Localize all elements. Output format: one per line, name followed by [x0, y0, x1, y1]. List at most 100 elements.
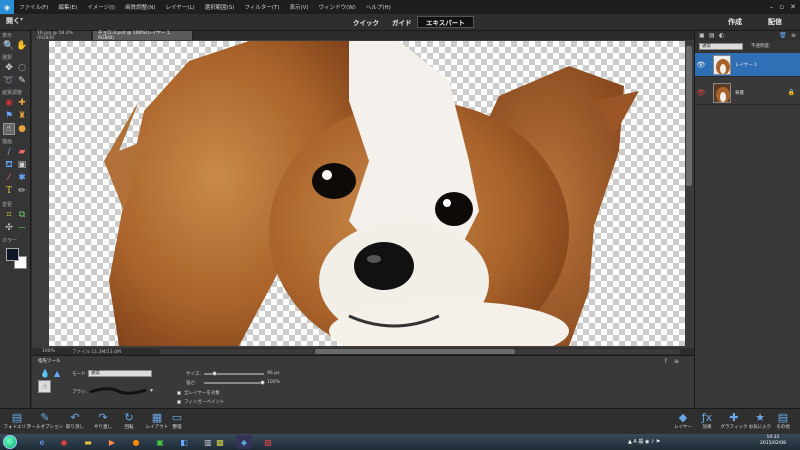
chevron-down-icon[interactable]: ▾: [150, 387, 153, 394]
sponge-tool-icon[interactable]: ●: [16, 123, 28, 135]
image-canvas[interactable]: [49, 41, 685, 346]
menu-layer[interactable]: レイヤー(L): [160, 3, 199, 11]
app-blue-icon[interactable]: ◧: [176, 435, 192, 449]
horizontal-scrollbar[interactable]: [160, 349, 680, 354]
smudge-active-icon[interactable]: ☝: [38, 380, 51, 393]
share-button[interactable]: 配信: [768, 17, 782, 27]
create-button[interactable]: 作成: [728, 17, 742, 27]
spot-healing-tool-icon[interactable]: ✚: [16, 97, 28, 109]
smart-brush-tool-icon[interactable]: ⚑: [3, 110, 15, 122]
explorer-icon[interactable]: ▬: [80, 435, 96, 449]
layer-row-1[interactable]: 👁 レイヤー 1: [695, 53, 800, 77]
ie-icon[interactable]: e: [34, 435, 50, 449]
vertical-scroll-thumb[interactable]: [686, 46, 692, 186]
menu-enhance[interactable]: 画質調整(N): [120, 3, 160, 11]
layer-name[interactable]: 背景: [735, 90, 744, 96]
zoom-level[interactable]: 100%: [42, 349, 55, 354]
tab-guided[interactable]: ガイド: [384, 16, 420, 28]
brush-tool-icon[interactable]: ∕: [3, 146, 15, 158]
bottom-task-bar: ▤ フォトエリア ✎ ツールオプション ↶ 取り消し ↷ やり直し ↻ 回転 ▦ レイアウト…: [0, 408, 800, 434]
gradient-tool-icon[interactable]: ▣: [16, 159, 28, 171]
app-orange-icon[interactable]: ●: [128, 435, 144, 449]
lasso-tool-icon[interactable]: ➰: [3, 75, 15, 87]
doc-tab-choro-psd[interactable]: チョロ-3.psd @ 100%(レイヤー 1, RGB/8): [93, 31, 193, 41]
size-value[interactable]: 96 px: [267, 371, 280, 376]
panel-menu-icon[interactable]: ≡: [674, 358, 679, 365]
strength-label: 強さ:: [186, 381, 197, 386]
crop-tool-icon[interactable]: ⌗: [3, 209, 15, 221]
menu-image[interactable]: イメージ(I): [82, 3, 120, 11]
strength-value[interactable]: 100%: [267, 380, 280, 385]
new-group-icon[interactable]: ▤: [709, 32, 715, 39]
help-icon[interactable]: ?: [664, 358, 667, 365]
smudge-tool-icon[interactable]: ☝: [3, 123, 15, 135]
maximize-icon[interactable]: ▫: [779, 3, 784, 11]
blur-variant-icon[interactable]: ▲: [54, 369, 60, 378]
layer-row-background[interactable]: 👁 背景 🔒: [695, 81, 800, 105]
trash-icon[interactable]: 🗑: [779, 32, 787, 39]
menu-file[interactable]: ファイル(F): [14, 3, 53, 11]
blend-mode-select[interactable]: 通常: [699, 43, 743, 50]
horizontal-scroll-thumb[interactable]: [315, 349, 515, 354]
menu-filter[interactable]: フィルター(T): [239, 3, 284, 11]
pencil-tool-icon[interactable]: ✏: [16, 185, 28, 197]
smudge-variant-icon[interactable]: 💧: [40, 369, 50, 378]
tab-expert[interactable]: エキスパート: [417, 16, 474, 28]
clock[interactable]: 10:31 2015/02/08: [760, 435, 786, 447]
strength-slider[interactable]: [204, 382, 264, 384]
eye-icon[interactable]: 👁: [695, 61, 707, 69]
finger-paint-checkbox[interactable]: [177, 400, 181, 404]
lock-icon[interactable]: 🔒: [788, 89, 795, 96]
brush-preview[interactable]: [88, 386, 148, 396]
panel-menu-icon[interactable]: ≡: [791, 32, 796, 39]
red-eye-tool-icon[interactable]: ◉: [3, 97, 15, 109]
menu-help[interactable]: ヘルプ(H): [361, 3, 396, 11]
hand-tool-icon[interactable]: ✋: [16, 40, 28, 52]
menu-edit[interactable]: 編集(E): [53, 3, 82, 11]
photoshop-elements-taskbar-icon[interactable]: ◈: [236, 435, 252, 449]
tool-options-button[interactable]: ✎ ツールオプション: [27, 411, 63, 430]
media-player-icon[interactable]: ▶: [104, 435, 120, 449]
app-dark-icon[interactable]: ▩: [212, 435, 228, 449]
minimize-icon[interactable]: –: [770, 3, 774, 11]
strength-slider-knob[interactable]: [260, 380, 265, 385]
doc-tab-16jpg[interactable]: 16.jpg @ 58.3%(RGB/8): [32, 31, 92, 41]
menu-select[interactable]: 選択範囲(S): [200, 3, 240, 11]
more-button[interactable]: ▤ その他: [766, 411, 800, 430]
chevron-down-icon[interactable]: ▾: [20, 16, 23, 23]
layer-name[interactable]: レイヤー 1: [735, 62, 757, 68]
organizer-button[interactable]: ▭ 整理: [160, 411, 194, 430]
quick-select-tool-icon[interactable]: ✎: [16, 75, 28, 87]
type-tool-icon[interactable]: T: [3, 185, 15, 197]
mode-select[interactable]: 通常: [88, 370, 152, 377]
system-tray-icons[interactable]: ▲ A 般 ◉ ♪ ⚑: [628, 438, 660, 445]
close-icon[interactable]: ✕: [790, 3, 796, 11]
tab-quick[interactable]: クイック: [345, 16, 387, 28]
app-red-icon[interactable]: ▨: [260, 435, 276, 449]
size-slider-knob[interactable]: [212, 371, 217, 376]
menu-window[interactable]: ウィンドウ(W): [314, 3, 361, 11]
foreground-color-swatch[interactable]: [6, 248, 19, 261]
content-aware-move-tool-icon[interactable]: ✣: [3, 222, 15, 234]
recompose-tool-icon[interactable]: ⧉: [16, 209, 28, 221]
vertical-scrollbar[interactable]: [685, 41, 693, 346]
shape-tool-icon[interactable]: ✱: [16, 172, 28, 184]
line-icon[interactable]: ▣: [152, 435, 168, 449]
sample-all-checkbox[interactable]: [177, 391, 181, 395]
zoom-tool-icon[interactable]: 🔍: [3, 40, 15, 52]
marquee-tool-icon[interactable]: ◌: [16, 62, 28, 74]
new-layer-icon[interactable]: ▣: [699, 32, 705, 39]
eraser-tool-icon[interactable]: ▰: [16, 146, 28, 158]
paint-bucket-tool-icon[interactable]: ⛾: [3, 159, 15, 171]
color-picker-tool-icon[interactable]: ⁄: [3, 172, 15, 184]
open-button[interactable]: 開く: [6, 16, 20, 26]
chrome-icon[interactable]: ◉: [56, 435, 72, 449]
clone-stamp-tool-icon[interactable]: ♜: [16, 110, 28, 122]
move-tool-icon[interactable]: ✥: [3, 62, 15, 74]
eye-hidden-icon[interactable]: 👁: [695, 89, 707, 97]
menu-view[interactable]: 表示(V): [285, 3, 314, 11]
toolbox-section-view: 表示: [2, 33, 13, 39]
adjustment-layer-icon[interactable]: ◐: [719, 32, 724, 39]
straighten-tool-icon[interactable]: ⏤: [16, 222, 28, 234]
start-button[interactable]: [3, 435, 17, 449]
